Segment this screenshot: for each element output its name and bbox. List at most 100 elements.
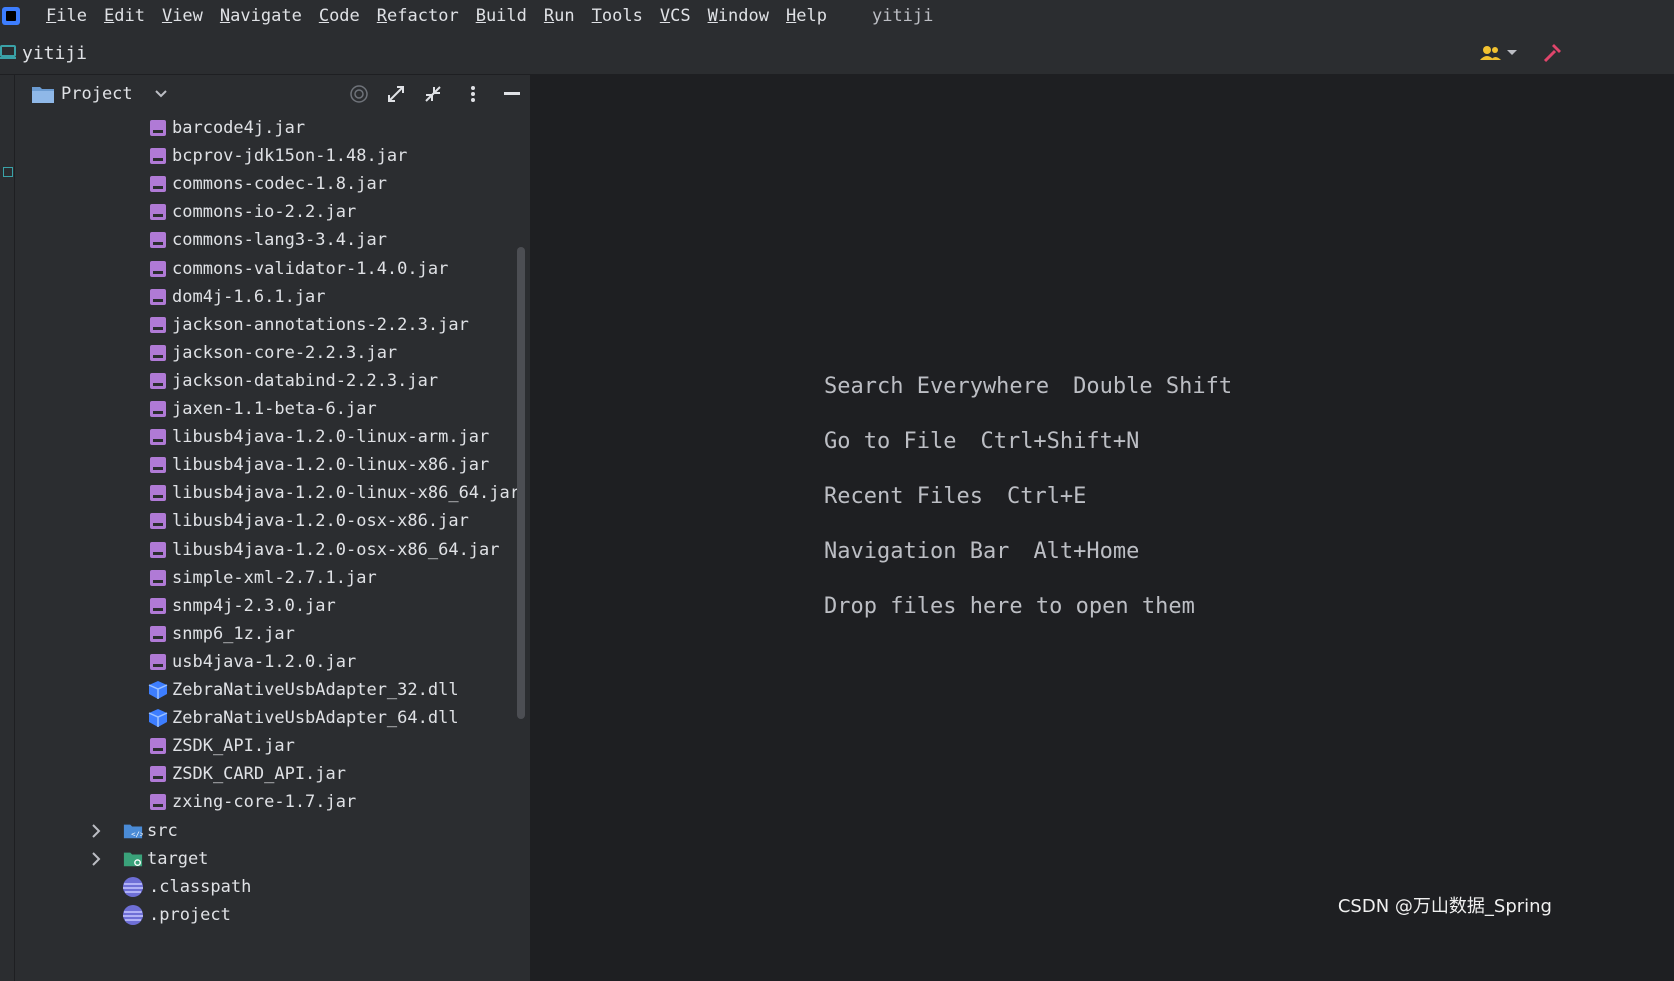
jar-file-icon <box>148 371 168 391</box>
menu-edit[interactable]: Edit <box>104 6 145 26</box>
intellij-logo-icon[interactable] <box>2 7 20 25</box>
tree-item-label: ZSDK_CARD_API.jar <box>172 764 346 785</box>
tree-row[interactable]: snmp4j-2.3.0.jar <box>15 592 530 620</box>
tree-item-label: jackson-annotations-2.2.3.jar <box>172 314 469 335</box>
hint-label: Go to File <box>824 429 957 454</box>
project-tool-window: Project barcode4j.jar bcprov-jdk15on-1.48… <box>15 75 531 981</box>
menu-window[interactable]: Window <box>708 6 769 26</box>
tree-item-label: libusb4java-1.2.0-linux-x86.jar <box>172 455 490 476</box>
tree-item-label: commons-io-2.2.jar <box>172 202 357 223</box>
tree-row[interactable]: snmp6_1z.jar <box>15 620 530 648</box>
users-icon <box>1480 46 1501 60</box>
folder-icon <box>32 87 54 103</box>
jar-file-icon <box>148 764 168 784</box>
tree-row[interactable]: libusb4java-1.2.0-linux-x86.jar <box>15 451 530 479</box>
tree-scrollbar[interactable] <box>517 247 525 719</box>
expand-all-icon[interactable] <box>386 84 406 104</box>
tree-row[interactable]: simple-xml-2.7.1.jar <box>15 564 530 592</box>
tree-item-label: ZSDK_API.jar <box>172 736 295 757</box>
tree-item-label: libusb4java-1.2.0-osx-x86_64.jar <box>172 539 500 560</box>
project-view-title[interactable]: Project <box>61 84 133 104</box>
chevron-down-icon <box>1507 50 1517 55</box>
tree-row[interactable]: libusb4java-1.2.0-osx-x86.jar <box>15 507 530 535</box>
menu-tools[interactable]: Tools <box>592 6 643 26</box>
chevron-down-icon[interactable] <box>154 90 167 98</box>
jar-file-icon <box>148 624 168 644</box>
tree-row[interactable]: </> src <box>15 817 530 845</box>
tree-row[interactable]: libusb4java-1.2.0-linux-x86_64.jar <box>15 479 530 507</box>
tree-row[interactable]: commons-io-2.2.jar <box>15 198 530 226</box>
tree-row[interactable]: zxing-core-1.7.jar <box>15 788 530 816</box>
locate-target-icon[interactable] <box>349 84 369 104</box>
menu-run[interactable]: Run <box>544 6 575 26</box>
menu-file[interactable]: File <box>46 6 87 26</box>
tree-row[interactable]: commons-codec-1.8.jar <box>15 170 530 198</box>
tree-row[interactable]: .classpath <box>15 873 530 901</box>
project-stripe-icon[interactable] <box>3 167 13 177</box>
project-panel-header: Project <box>15 75 530 113</box>
tree-item-label: libusb4java-1.2.0-linux-arm.jar <box>172 427 490 448</box>
tree-row[interactable]: libusb4java-1.2.0-linux-arm.jar <box>15 423 530 451</box>
tree-row[interactable]: usb4java-1.2.0.jar <box>15 648 530 676</box>
tree-row[interactable]: commons-validator-1.4.0.jar <box>15 255 530 283</box>
tree-item-label: commons-codec-1.8.jar <box>172 174 387 195</box>
tree-row[interactable]: commons-lang3-3.4.jar <box>15 226 530 254</box>
jar-file-icon <box>148 427 168 447</box>
tree-item-label: jackson-core-2.2.3.jar <box>172 342 398 363</box>
jar-file-icon <box>148 287 168 307</box>
tree-row[interactable]: jaxen-1.1-beta-6.jar <box>15 395 530 423</box>
tree-item-label: jaxen-1.1-beta-6.jar <box>172 399 377 419</box>
menu-code[interactable]: Code <box>319 6 360 26</box>
tree-item-label: snmp4j-2.3.0.jar <box>172 595 336 616</box>
tree-row[interactable]: .project <box>15 901 530 929</box>
jar-file-icon <box>148 483 168 503</box>
tree-row[interactable]: jackson-core-2.2.3.jar <box>15 339 530 367</box>
project-widget[interactable]: yitiji <box>0 43 87 64</box>
excluded-folder-icon <box>123 849 143 869</box>
menu-refactor[interactable]: Refactor <box>377 6 459 26</box>
tree-row[interactable]: ZebraNativeUsbAdapter_32.dll <box>15 676 530 704</box>
menu-view[interactable]: View <box>162 6 203 26</box>
jar-file-icon <box>148 146 168 166</box>
tree-item-label: libusb4java-1.2.0-linux-x86_64.jar <box>172 483 520 504</box>
tree-row[interactable]: bcprov-jdk15on-1.48.jar <box>15 142 530 170</box>
chevron-right-icon[interactable] <box>91 823 101 838</box>
users-dropdown[interactable] <box>1480 45 1518 61</box>
editor-hint: Navigation Bar Alt+Home <box>824 539 1139 564</box>
hint-label: Recent Files <box>824 484 983 509</box>
tree-row[interactable]: barcode4j.jar <box>15 114 530 142</box>
menu-build[interactable]: Build <box>476 6 527 26</box>
tree-item-label: simple-xml-2.7.1.jar <box>172 567 377 588</box>
tree-item-label: usb4java-1.2.0.jar <box>172 651 357 672</box>
jar-file-icon <box>148 652 168 672</box>
tree-row[interactable]: jackson-annotations-2.2.3.jar <box>15 311 530 339</box>
more-options-icon[interactable] <box>470 85 476 103</box>
tree-item-label: dom4j-1.6.1.jar <box>172 286 326 307</box>
hide-panel-icon[interactable] <box>504 92 520 96</box>
menu-vcs[interactable]: VCS <box>660 6 691 26</box>
tree-row[interactable]: dom4j-1.6.1.jar <box>15 283 530 311</box>
tree-row[interactable]: target <box>15 845 530 873</box>
tree-item-label: ZebraNativeUsbAdapter_64.dll <box>172 708 459 729</box>
menu-navigate[interactable]: Navigate <box>220 6 302 26</box>
tree-item-label: target <box>147 848 209 869</box>
collapse-all-icon[interactable] <box>423 84 443 104</box>
tree-row[interactable]: jackson-databind-2.2.3.jar <box>15 367 530 395</box>
tree-item-label: commons-validator-1.4.0.jar <box>172 258 449 279</box>
tree-item-label: jackson-databind-2.2.3.jar <box>172 370 439 391</box>
tree-row[interactable]: ZebraNativeUsbAdapter_64.dll <box>15 704 530 732</box>
hint-label: Navigation Bar <box>824 539 1010 564</box>
menu-bar: File Edit View Navigate Code Refactor Build Run… <box>0 0 1674 32</box>
chevron-right-icon[interactable] <box>91 851 101 866</box>
build-hammer-icon[interactable] <box>1542 43 1562 63</box>
editor-empty-area: Search Everywhere Double Shift Go to File C… <box>531 75 1674 981</box>
menu-help[interactable]: Help <box>786 6 827 26</box>
hint-label: Drop files here to open them <box>824 594 1195 619</box>
jar-file-icon <box>148 511 168 531</box>
editor-hint: Search Everywhere Double Shift <box>824 374 1232 399</box>
tree-row[interactable]: libusb4java-1.2.0-osx-x86_64.jar <box>15 536 530 564</box>
tree-item-label: barcode4j.jar <box>172 118 306 138</box>
jar-file-icon <box>148 540 168 560</box>
tree-row[interactable]: ZSDK_CARD_API.jar <box>15 760 530 788</box>
tree-row[interactable]: ZSDK_API.jar <box>15 732 530 760</box>
